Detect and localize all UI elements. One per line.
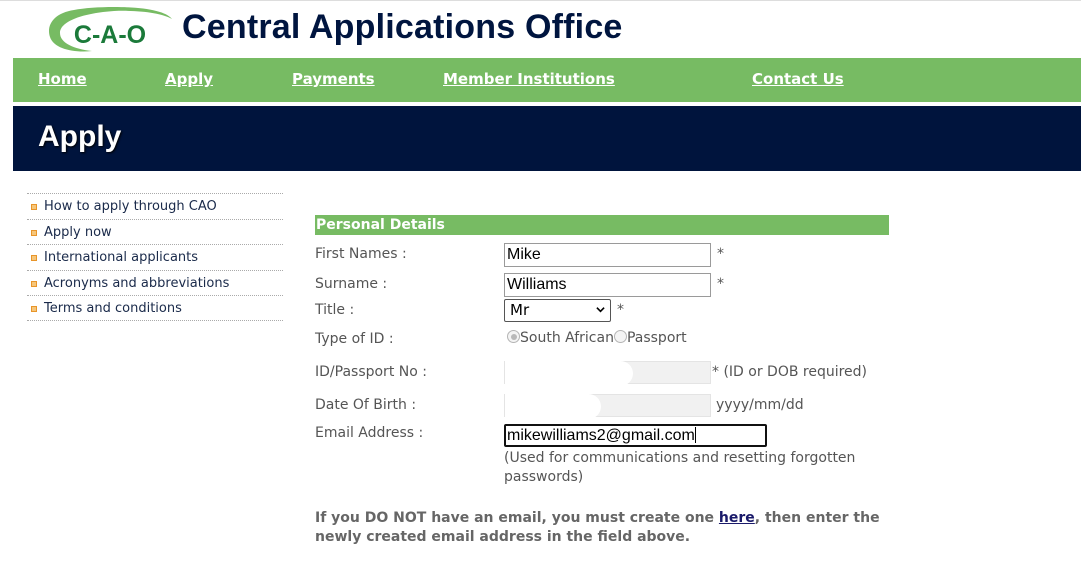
- sidebar-item-label: Terms and conditions: [44, 301, 182, 316]
- id-number-hint: * (ID or DOB required): [712, 364, 868, 380]
- cao-logo[interactable]: C-A-O: [44, 5, 176, 55]
- sidebar-item-label: Apply now: [44, 224, 112, 240]
- title-select-value: Mr: [510, 301, 530, 319]
- required-marker: *: [717, 276, 724, 292]
- surname-input[interactable]: Williams: [504, 273, 711, 297]
- page-banner: Apply: [13, 106, 1081, 171]
- square-bullet-icon: [31, 280, 37, 287]
- site-header: C-A-O Central Applications Office: [0, 0, 1081, 58]
- title-label: Title :: [315, 302, 355, 318]
- first-names-label: First Names :: [315, 246, 407, 262]
- email-input-value: mikewilliams2@gmail.com: [507, 427, 695, 444]
- square-bullet-icon: [31, 229, 37, 236]
- main-nav: Home Apply Payments Member Institutions …: [13, 58, 1081, 102]
- email-input[interactable]: mikewilliams2@gmail.com: [504, 424, 767, 447]
- create-email-link[interactable]: here: [719, 510, 755, 526]
- nav-member-institutions[interactable]: Member Institutions: [443, 70, 615, 88]
- sidebar-item-apply-now[interactable]: Apply now: [27, 218, 283, 245]
- sidebar-item-how-to-apply[interactable]: How to apply through CAO: [27, 193, 283, 219]
- id-number-input[interactable]: [504, 361, 711, 386]
- dob-format-hint: yyyy/mm/dd: [716, 397, 804, 413]
- sidebar-item-label: How to apply through CAO: [44, 199, 217, 214]
- radio-label-passport: Passport: [626, 330, 687, 346]
- sidebar-item-terms[interactable]: Terms and conditions: [27, 295, 283, 321]
- section-header-personal-details: Personal Details: [315, 215, 889, 235]
- surname-label: Surname :: [315, 276, 388, 292]
- text-caret: [694, 427, 696, 443]
- email-label: Email Address :: [315, 425, 424, 441]
- dob-input[interactable]: [504, 394, 711, 419]
- logo-text: C-A-O: [74, 21, 146, 49]
- dob-label: Date Of Birth :: [315, 397, 417, 413]
- sidebar-item-international-applicants[interactable]: International applicants: [27, 244, 283, 270]
- no-email-notice-text: If you DO NOT have an email, you must cr…: [315, 510, 719, 526]
- square-bullet-icon: [31, 306, 37, 312]
- nav-apply[interactable]: Apply: [165, 70, 213, 88]
- chevron-down-icon: [596, 307, 605, 313]
- required-marker: *: [617, 302, 624, 318]
- square-bullet-icon: [31, 255, 37, 261]
- id-type-radio-group: South African Passport: [507, 330, 687, 346]
- nav-home[interactable]: Home: [38, 70, 87, 88]
- sidebar-item-acronyms[interactable]: Acronyms and abbreviations: [27, 269, 283, 296]
- radio-passport[interactable]: [613, 330, 627, 343]
- square-bullet-icon: [31, 204, 37, 210]
- no-email-notice: If you DO NOT have an email, you must cr…: [315, 509, 915, 547]
- sidebar-item-label: Acronyms and abbreviations: [44, 275, 230, 291]
- radio-label-south-african: South African: [520, 330, 614, 346]
- email-usage-note: (Used for communications and resetting f…: [504, 450, 856, 485]
- nav-payments[interactable]: Payments: [292, 70, 375, 88]
- required-marker: *: [717, 246, 724, 262]
- site-title: Central Applications Office: [182, 8, 623, 46]
- sidebar-menu: How to apply through CAO Apply now Inter…: [27, 193, 283, 321]
- sidebar-item-label: International applicants: [44, 250, 199, 265]
- first-names-input[interactable]: Mike: [504, 243, 711, 267]
- page-title: Apply: [38, 120, 122, 153]
- title-select[interactable]: Mr: [504, 299, 611, 322]
- radio-south-african[interactable]: [507, 330, 520, 343]
- nav-contact-us[interactable]: Contact Us: [752, 70, 844, 88]
- id-number-label: ID/Passport No :: [315, 364, 427, 380]
- redacted-area: [505, 361, 633, 386]
- redacted-area: [505, 394, 601, 419]
- id-type-label: Type of ID :: [315, 331, 394, 347]
